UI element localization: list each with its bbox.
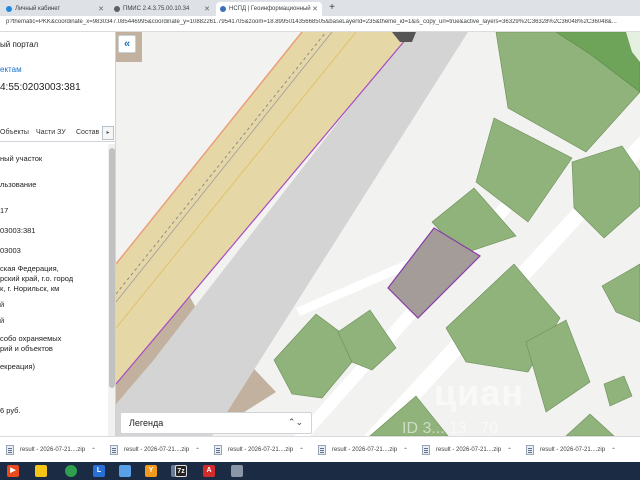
attribute-value: 03003 bbox=[0, 246, 21, 255]
download-filename: result - 2026-07-21....zip bbox=[436, 447, 502, 453]
chevron-up-icon[interactable]: ⌃ bbox=[299, 447, 304, 454]
browser-tab[interactable]: Личный кабинет ✕ bbox=[2, 2, 108, 16]
attribute-value: собо охраняемых bbox=[0, 334, 62, 343]
watermark-id: ID 3... 13...70 bbox=[402, 420, 499, 436]
attribute-value: 6 руб. bbox=[0, 406, 21, 415]
download-filename: result - 2026-07-21....zip bbox=[332, 447, 398, 453]
collapse-panel-button[interactable]: « bbox=[118, 35, 136, 53]
chevron-up-icon[interactable]: ⌃ bbox=[403, 447, 408, 454]
chevron-up-icon[interactable]: ⌃ bbox=[611, 447, 616, 454]
file-icon bbox=[526, 445, 534, 455]
attribute-value: екреация) bbox=[0, 362, 36, 371]
chevron-up-icon[interactable]: ⌃ bbox=[195, 447, 200, 454]
scrollbar-thumb[interactable] bbox=[109, 148, 115, 388]
tab-label: ПМИС 2.4.3.75.00.10.34 bbox=[123, 6, 190, 12]
file-icon bbox=[318, 445, 326, 455]
file-icon bbox=[110, 445, 118, 455]
taskbar: ▶ L Y 7z A bbox=[0, 462, 640, 480]
attribute-value: й bbox=[0, 316, 5, 325]
cadastral-number: 4:55:0203003:381 bbox=[0, 82, 81, 93]
chevron-up-icon[interactable]: ⌃ bbox=[91, 447, 96, 454]
7zip-icon[interactable]: 7z bbox=[170, 463, 192, 479]
pdf-icon[interactable]: A bbox=[198, 463, 220, 479]
tabs-scroll-right-button[interactable]: ▸ bbox=[102, 126, 114, 140]
close-tab-icon[interactable]: ✕ bbox=[204, 5, 210, 13]
file-icon bbox=[422, 445, 430, 455]
tab-label: Личный кабинет bbox=[15, 6, 61, 12]
attribute-value: рский край, г.о. город bbox=[0, 274, 74, 283]
close-tab-icon[interactable]: ✕ bbox=[312, 5, 318, 13]
land-parcel bbox=[565, 413, 615, 436]
attribute-value: ская Федерация, bbox=[0, 264, 59, 273]
close-tab-icon[interactable]: ✕ bbox=[98, 5, 104, 13]
app-icon[interactable]: L bbox=[88, 463, 110, 479]
explorer-icon[interactable] bbox=[30, 463, 52, 479]
download-item[interactable]: result - 2026-07-21....zip ⌃ bbox=[422, 442, 512, 458]
land-parcel bbox=[601, 263, 640, 323]
map-canvas[interactable]: « циан ID 3... 13...70 Легенда ⌃⌄ bbox=[116, 32, 640, 436]
chevron-up-icon[interactable]: ⌃ bbox=[507, 447, 512, 454]
download-filename: result - 2026-07-21....zip bbox=[20, 447, 86, 453]
start-icon[interactable]: ▶ bbox=[2, 463, 24, 479]
panel-tabs: Объекты Части ЗУ Состав ▸ bbox=[0, 126, 115, 142]
app-icon[interactable] bbox=[114, 463, 136, 479]
url-text[interactable]: p?thematic=PKK&coordinate_x=9830347.0854… bbox=[6, 19, 636, 25]
legend-dropdown[interactable]: Легенда ⌃⌄ bbox=[120, 412, 312, 434]
attribute-value: льзование bbox=[0, 180, 37, 189]
browser-tab-strip: Личный кабинет ✕ ПМИС 2.4.3.75.00.10.34 … bbox=[0, 0, 640, 16]
tab-favicon-icon bbox=[6, 6, 12, 12]
tab-favicon-icon bbox=[114, 6, 120, 12]
chrome-icon[interactable] bbox=[60, 463, 82, 479]
browser-tab[interactable]: ПМИС 2.4.3.75.00.10.34 ✕ bbox=[110, 2, 214, 16]
tab-label: НСПД | Геоинформационный bbox=[229, 6, 311, 12]
tab-parts[interactable]: Части ЗУ bbox=[36, 129, 66, 136]
attribute-value: 03003:381 bbox=[0, 226, 36, 235]
download-item[interactable]: result - 2026-07-21....zip ⌃ bbox=[318, 442, 408, 458]
download-filename: result - 2026-07-21....zip bbox=[124, 447, 190, 453]
tab-composition[interactable]: Состав bbox=[76, 129, 99, 136]
land-parcel bbox=[603, 375, 633, 407]
attribute-value: рий и объектов bbox=[0, 344, 53, 353]
panel-scrollbar[interactable] bbox=[108, 144, 115, 436]
objects-link[interactable]: ектам bbox=[0, 65, 22, 74]
download-item[interactable]: result - 2026-07-21....zip ⌃ bbox=[110, 442, 200, 458]
download-filename: result - 2026-07-21....zip bbox=[540, 447, 606, 453]
land-parcel bbox=[571, 145, 640, 239]
download-item[interactable]: result - 2026-07-21....zip ⌃ bbox=[6, 442, 96, 458]
watermark-logo: циан bbox=[434, 372, 525, 413]
chevron-updown-icon: ⌃⌄ bbox=[287, 417, 303, 427]
legend-label: Легенда bbox=[129, 418, 164, 428]
new-tab-button[interactable]: + bbox=[326, 2, 338, 14]
map-layers bbox=[116, 32, 640, 436]
app-icon[interactable] bbox=[226, 463, 248, 479]
browser-tab-active[interactable]: НСПД | Геоинформационный ✕ bbox=[216, 2, 322, 16]
download-item[interactable]: result - 2026-07-21....zip ⌃ bbox=[526, 442, 616, 458]
download-item[interactable]: result - 2026-07-21....zip ⌃ bbox=[214, 442, 304, 458]
attribute-value: 17 bbox=[0, 206, 9, 215]
attribute-value: к, г. Норильск, км bbox=[0, 284, 60, 293]
info-panel: ый портал ектам 4:55:0203003:381 Объекты… bbox=[0, 32, 116, 436]
file-icon bbox=[214, 445, 222, 455]
downloads-bar: result - 2026-07-21....zip ⌃ result - 20… bbox=[0, 436, 640, 462]
portal-title: ый портал bbox=[0, 40, 39, 49]
attribute-value: й bbox=[0, 300, 5, 309]
attribute-value: ный участок bbox=[0, 154, 43, 163]
address-bar[interactable]: p?thematic=PKK&coordinate_x=9830347.0854… bbox=[0, 16, 640, 32]
yandex-icon[interactable]: Y bbox=[140, 463, 162, 479]
file-icon bbox=[6, 445, 14, 455]
tab-objects[interactable]: Объекты bbox=[0, 129, 29, 136]
tab-favicon-icon bbox=[220, 6, 226, 12]
download-filename: result - 2026-07-21....zip bbox=[228, 447, 294, 453]
